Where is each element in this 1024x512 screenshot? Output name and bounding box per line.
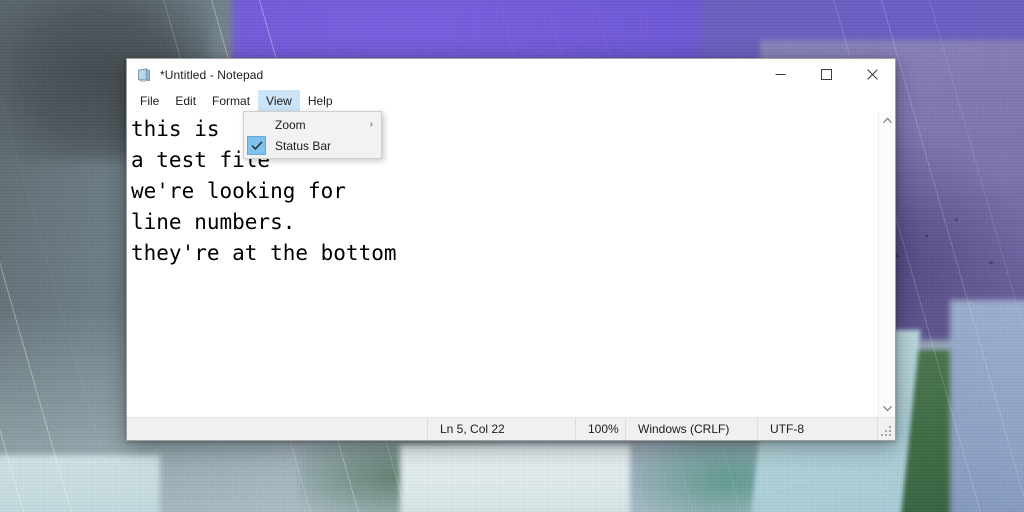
view-dropdown-menu: Zoom › Status Bar xyxy=(243,111,382,159)
scroll-down-button[interactable] xyxy=(879,400,896,417)
resize-grip[interactable] xyxy=(877,418,895,440)
wallpaper-ice-slab-center xyxy=(400,445,630,512)
scroll-up-button[interactable] xyxy=(879,112,896,129)
status-bar: Ln 5, Col 22 100% Windows (CRLF) UTF-8 xyxy=(127,417,895,440)
status-encoding: UTF-8 xyxy=(757,418,877,440)
status-cursor-position: Ln 5, Col 22 xyxy=(427,418,575,440)
vertical-scrollbar[interactable] xyxy=(878,112,895,417)
menu-item-format[interactable]: Format xyxy=(204,90,258,112)
maximize-button[interactable] xyxy=(803,59,849,90)
menu-item-help[interactable]: Help xyxy=(300,90,341,112)
checkbox-checked-icon[interactable] xyxy=(247,136,266,155)
wallpaper-green-wash-left xyxy=(300,440,560,512)
window-controls xyxy=(757,59,895,90)
wallpaper-teal-wash xyxy=(600,430,860,512)
menu-bar: File Edit Format View Help xyxy=(127,90,895,112)
dropdown-item-status-bar[interactable]: Status Bar xyxy=(244,135,381,156)
menu-item-file[interactable]: File xyxy=(132,90,167,112)
text-editor[interactable]: this is a test file we're looking for li… xyxy=(127,112,878,417)
menu-item-edit[interactable]: Edit xyxy=(167,90,204,112)
chevron-up-icon xyxy=(883,117,892,124)
minimize-button[interactable] xyxy=(757,59,803,90)
status-bar-spacer xyxy=(127,418,427,440)
wallpaper-ice-slab-left xyxy=(0,455,160,512)
dropdown-item-zoom[interactable]: Zoom › xyxy=(244,114,381,135)
minimize-icon xyxy=(775,69,786,80)
chevron-down-icon xyxy=(883,405,892,412)
close-button[interactable] xyxy=(849,59,895,90)
desktop-background: *Untitled - Notepad xyxy=(0,0,1024,512)
close-icon xyxy=(867,69,878,80)
title-bar[interactable]: *Untitled - Notepad xyxy=(127,59,895,90)
status-zoom-level[interactable]: 100% xyxy=(575,418,625,440)
notepad-icon xyxy=(136,67,152,83)
resize-grip-icon xyxy=(881,426,892,437)
check-icon xyxy=(251,140,263,152)
notepad-window[interactable]: *Untitled - Notepad xyxy=(126,58,896,441)
menu-item-view[interactable]: View xyxy=(258,90,300,112)
window-title: *Untitled - Notepad xyxy=(160,68,263,82)
wallpaper-blue-slab-edge xyxy=(950,300,1024,512)
maximize-icon xyxy=(821,69,832,80)
chevron-right-icon: › xyxy=(370,120,373,130)
scrollbar-track[interactable] xyxy=(879,129,896,400)
dropdown-item-status-bar-label: Status Bar xyxy=(275,139,331,153)
status-line-ending: Windows (CRLF) xyxy=(625,418,757,440)
dropdown-item-zoom-label: Zoom xyxy=(275,118,306,132)
